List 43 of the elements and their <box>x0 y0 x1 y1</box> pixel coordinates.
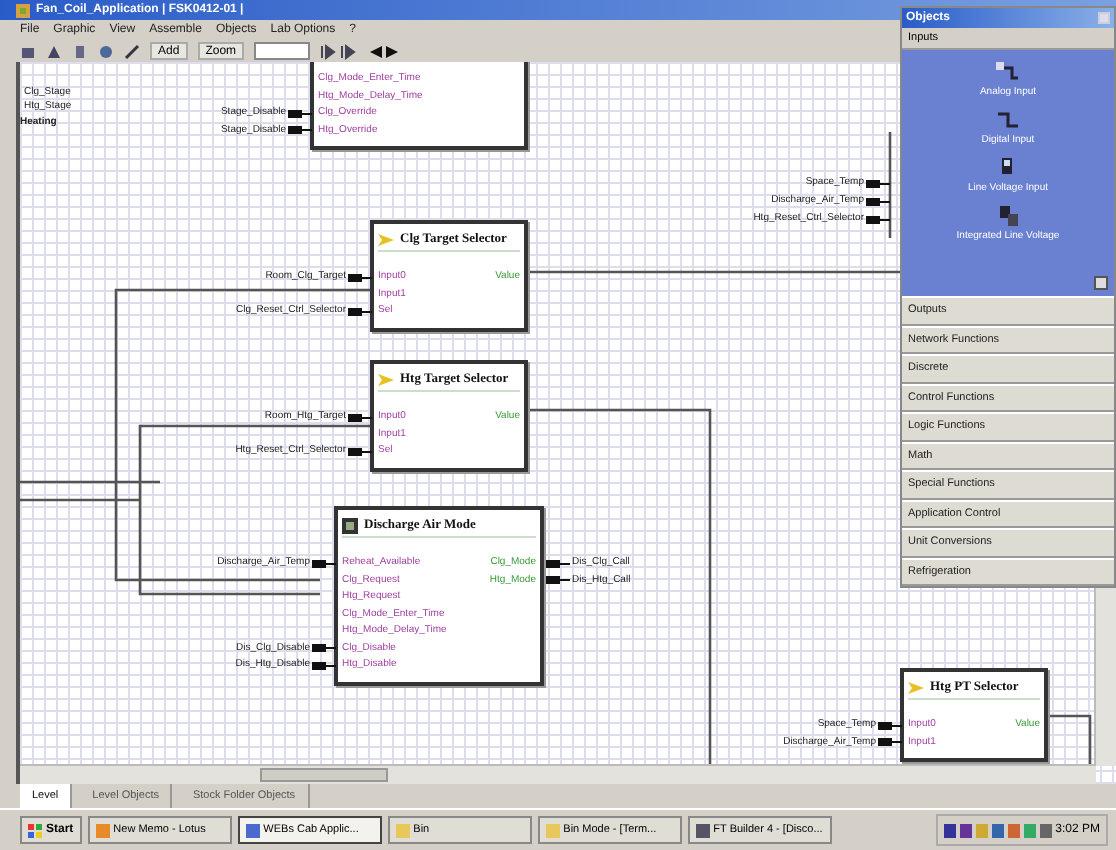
circle-icon <box>98 43 114 59</box>
arrows-icon <box>370 43 399 59</box>
app-icon <box>16 3 30 17</box>
palette-button[interactable] <box>1094 276 1108 290</box>
connector-icon <box>312 559 336 567</box>
input-icon <box>996 62 1020 82</box>
connector-icon <box>866 179 890 187</box>
page-icon <box>72 43 88 59</box>
step-icon <box>320 43 361 59</box>
app-icon <box>95 823 110 837</box>
input-icon <box>996 110 1020 130</box>
connector-icon <box>348 307 372 315</box>
zoom-field[interactable] <box>254 42 311 60</box>
connector-icon <box>312 661 336 669</box>
connector-icon <box>878 738 902 746</box>
connector-icon <box>288 109 312 117</box>
connector-icon <box>546 576 570 584</box>
vertical-scrollbar[interactable] <box>1094 586 1116 766</box>
connector-icon <box>546 559 570 567</box>
close-button[interactable] <box>1098 12 1110 24</box>
arrow-icon <box>378 231 394 247</box>
horizontal-scrollbar[interactable] <box>20 764 1096 784</box>
connector-icon <box>288 126 312 134</box>
connector-icon <box>312 644 336 652</box>
windows-flag-icon <box>28 823 42 837</box>
connector-icon <box>866 197 890 205</box>
app-icon <box>245 823 260 837</box>
connector-icon <box>348 447 372 455</box>
connector-icon <box>348 413 372 421</box>
arrow-icon <box>908 679 924 695</box>
connector-icon <box>866 215 890 223</box>
line-icon <box>124 43 140 59</box>
block-icon <box>342 517 358 533</box>
triangle-icon <box>46 43 62 59</box>
scroll-thumb[interactable] <box>260 768 388 782</box>
window-icon <box>20 43 36 59</box>
connector-icon <box>878 721 902 729</box>
input-icon <box>996 206 1020 226</box>
connector-icon <box>348 273 372 281</box>
app-icon <box>695 823 710 837</box>
arrow-icon <box>378 371 394 387</box>
app-icon <box>545 823 560 837</box>
app-icon <box>395 823 410 837</box>
